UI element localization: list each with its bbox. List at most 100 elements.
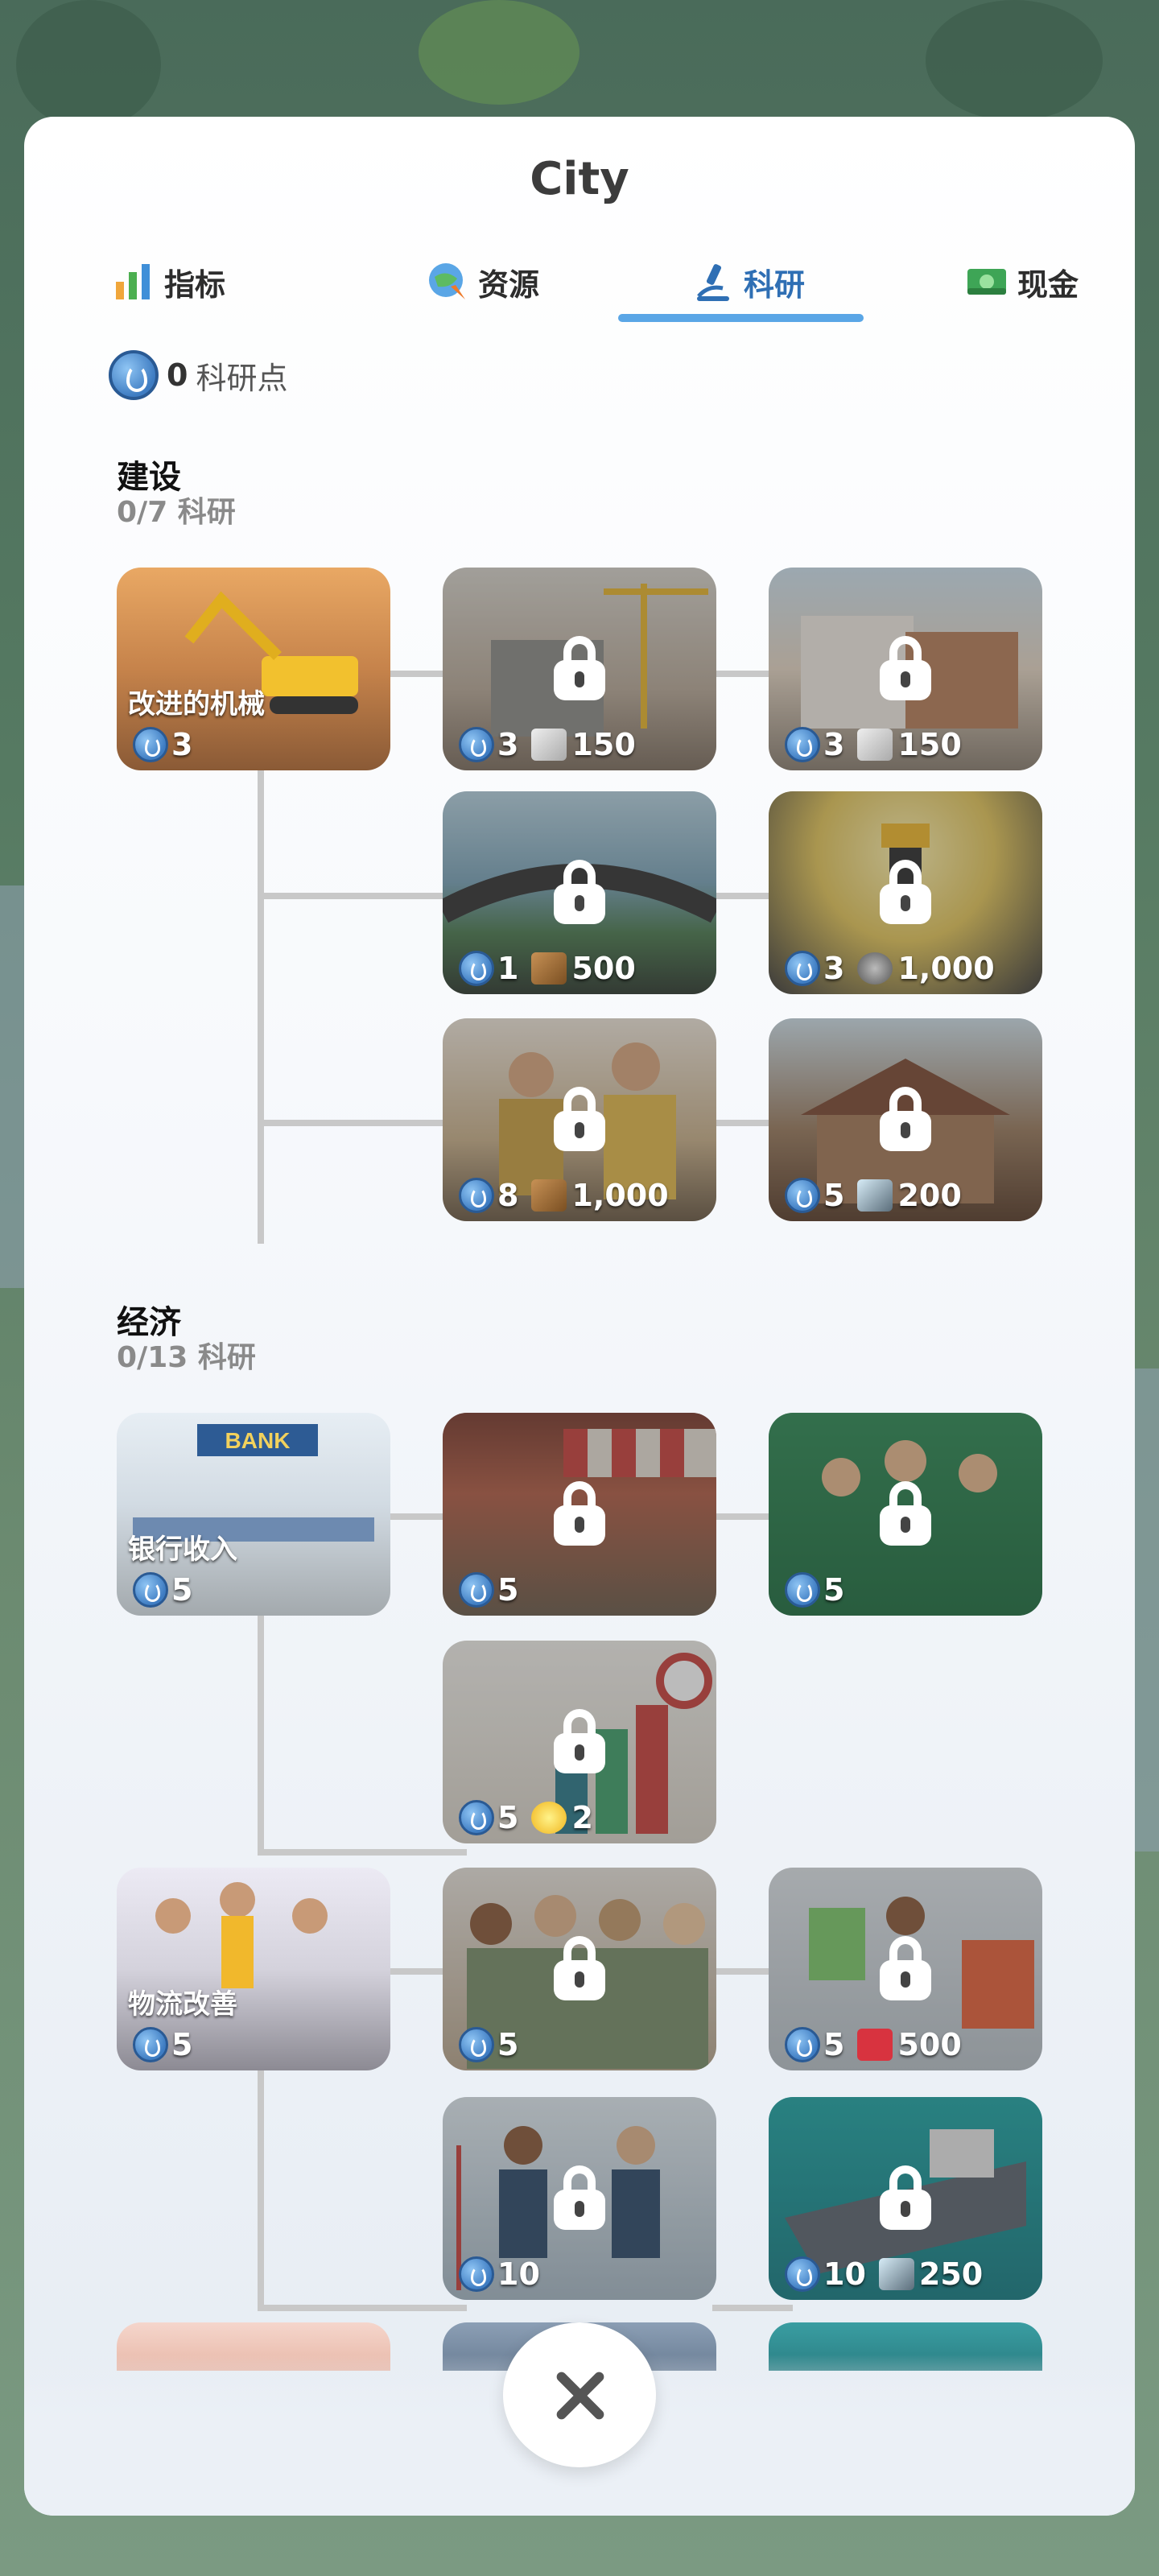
active-tab-indicator [618,314,864,322]
research-coin-icon [785,1178,820,1213]
stone-icon [857,952,893,985]
card-cost: 8 1,000 [459,1178,669,1213]
lock-icon [554,1087,605,1151]
close-icon [554,2369,605,2421]
research-coin-icon [459,727,494,762]
research-card[interactable]: 52 [443,1641,716,1843]
glass-icon [878,2258,914,2290]
research-card[interactable]: 5 500 [769,1868,1042,2070]
tab-metrics[interactable]: 指标 [89,242,250,322]
steel-icon [857,729,893,761]
research-card[interactable]: 3 1,000 [769,791,1042,994]
card-amount: 200 [897,1178,962,1213]
card-cost: 3 150 [785,727,962,762]
research-card-logistics[interactable]: 物流改善 5 [117,1868,390,2070]
tab-label: 现金 [1017,266,1079,303]
clothes-icon [857,2029,893,2061]
card-label: 物流改善 [128,1988,237,2021]
card-points: 5 [497,2027,519,2062]
tree-connector [258,2305,467,2311]
background-tree [926,0,1103,121]
tab-cash[interactable]: 现金 [926,242,1119,322]
card-points: 5 [823,1178,845,1213]
card-amount: 1,000 [571,1178,669,1213]
lock-icon [554,1936,605,2000]
lock-icon [554,860,605,924]
card-points: 1 [497,951,519,986]
card-amount: 150 [897,727,962,762]
tab-resources[interactable]: 资源 [386,242,580,322]
card-label: 改进的机械 [128,688,265,720]
research-card[interactable]: 10 250 [769,2097,1042,2300]
tree-connector [258,769,264,1244]
research-card[interactable]: 8 1,000 [443,1018,716,1221]
research-coin-icon [459,1800,494,1835]
card-points: 5 [171,2027,193,2062]
card-points: 5 [823,1572,845,1608]
globe-carrot-icon [427,261,468,303]
card-cost: 1 500 [459,951,636,986]
lightbulb-icon [531,1802,567,1834]
wood-icon [531,952,567,985]
tree-connector [712,2305,793,2311]
svg-text:BANK: BANK [225,1428,291,1453]
background-tree [419,0,580,105]
close-button[interactable] [503,2322,656,2467]
card-amount: 2 [571,1800,593,1835]
card-points: 5 [171,1572,193,1608]
card-amount: 250 [918,2256,984,2292]
section-count: 0/13 科研 [117,1341,256,1374]
research-card[interactable]: 1 500 [443,791,716,994]
card-cost: 5 [459,2027,518,2062]
glass-icon [857,1179,893,1212]
card-cost: 10 [459,2256,540,2292]
microscope-icon [692,261,734,303]
research-card-bank-income[interactable]: BANK 银行收入 5 [117,1413,390,1616]
research-card-improved-machinery[interactable]: 改进的机械 3 [117,568,390,770]
tab-label: 指标 [163,266,225,303]
tab-bar: 指标 资源 科研 现金 [89,242,1079,322]
card-points: 5 [497,1800,519,1835]
research-card[interactable]: 5 200 [769,1018,1042,1221]
card-points: 5 [823,2027,845,2062]
bar-chart-icon [113,261,155,303]
card-amount: 1,000 [897,951,995,986]
research-card[interactable]: 5 [443,1413,716,1616]
card-points: 5 [497,1572,519,1608]
research-coin-icon [459,1572,494,1608]
research-card[interactable]: 5 [769,1413,1042,1616]
card-cost: 5 [133,1572,192,1608]
card-points: 3 [497,727,519,762]
research-coin-icon [459,1178,494,1213]
research-panel: City 指标 资源 科研 现金 0 科研点 建设 0/7 科研 改进的机械 3… [24,117,1135,2516]
tree-connector [258,893,467,899]
lock-icon [880,636,931,700]
research-coin-icon [459,2256,494,2292]
research-coin-icon [785,951,820,986]
wood-icon [531,1179,567,1212]
lock-icon [880,1087,931,1151]
tree-connector [258,1614,264,1856]
research-coin-icon [133,2027,168,2062]
research-card[interactable]: 3 150 [443,568,716,770]
card-points: 3 [823,727,845,762]
section-count: 0/7 科研 [117,496,236,529]
tree-connector [258,1849,467,1856]
research-card[interactable]: 3 150 [769,568,1042,770]
lock-icon [880,2165,931,2230]
lock-icon [554,2165,605,2230]
research-coin-icon [109,350,159,400]
tab-research[interactable]: 科研 [628,242,869,322]
card-cost: 3 1,000 [785,951,995,986]
research-card[interactable]: 10 [443,2097,716,2300]
card-cost: 52 [459,1800,593,1835]
tree-connector [258,2069,264,2310]
research-coin-icon [133,727,168,762]
research-card[interactable]: 5 [443,1868,716,2070]
steel-icon [531,729,567,761]
card-points: 10 [497,2256,540,2292]
card-amount: 500 [571,951,636,986]
tab-label: 资源 [477,266,539,303]
panel-title: City [530,153,629,205]
research-coin-icon [459,2027,494,2062]
